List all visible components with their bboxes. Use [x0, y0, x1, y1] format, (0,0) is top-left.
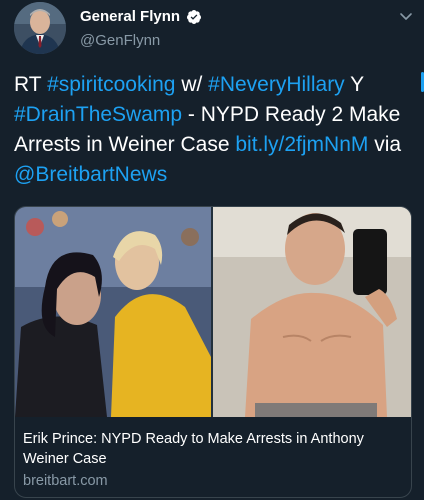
author-name-row[interactable]: General Flynn [80, 8, 202, 25]
display-name[interactable]: General Flynn [80, 8, 180, 25]
chevron-down-icon[interactable] [398, 8, 414, 24]
tweet-text: RT #spiritcooking w/ #NeveryHillary Y #D… [14, 70, 406, 190]
card-title[interactable]: Erik Prince: NYPD Ready to Make Arrests … [23, 429, 403, 469]
url-link[interactable]: bit.ly/2fjmNnM [235, 133, 368, 156]
avatar[interactable] [14, 2, 66, 54]
tweet-text-segment: RT [14, 73, 48, 96]
card-image[interactable] [15, 207, 411, 417]
hashtag-link[interactable]: #NeveryHillary [208, 73, 345, 96]
tweet-text-segment: Y [344, 73, 364, 96]
author-handle[interactable]: @GenFlynn [80, 32, 160, 49]
hashtag-link[interactable]: #DrainTheSwamp [14, 103, 182, 126]
link-preview-card[interactable]: Erik Prince: NYPD Ready to Make Arrests … [14, 206, 412, 498]
tweet-text-segment: via [368, 133, 402, 156]
mention-link[interactable]: @BreitbartNews [14, 163, 167, 186]
hashtag-link[interactable]: #spiritcooking [47, 73, 175, 96]
verified-badge-icon [186, 9, 202, 25]
tweet[interactable]: General Flynn @GenFlynn RT #spiritcookin… [0, 0, 424, 500]
card-domain: breitbart.com [23, 473, 108, 489]
tweet-text-segment: w/ [175, 73, 209, 96]
